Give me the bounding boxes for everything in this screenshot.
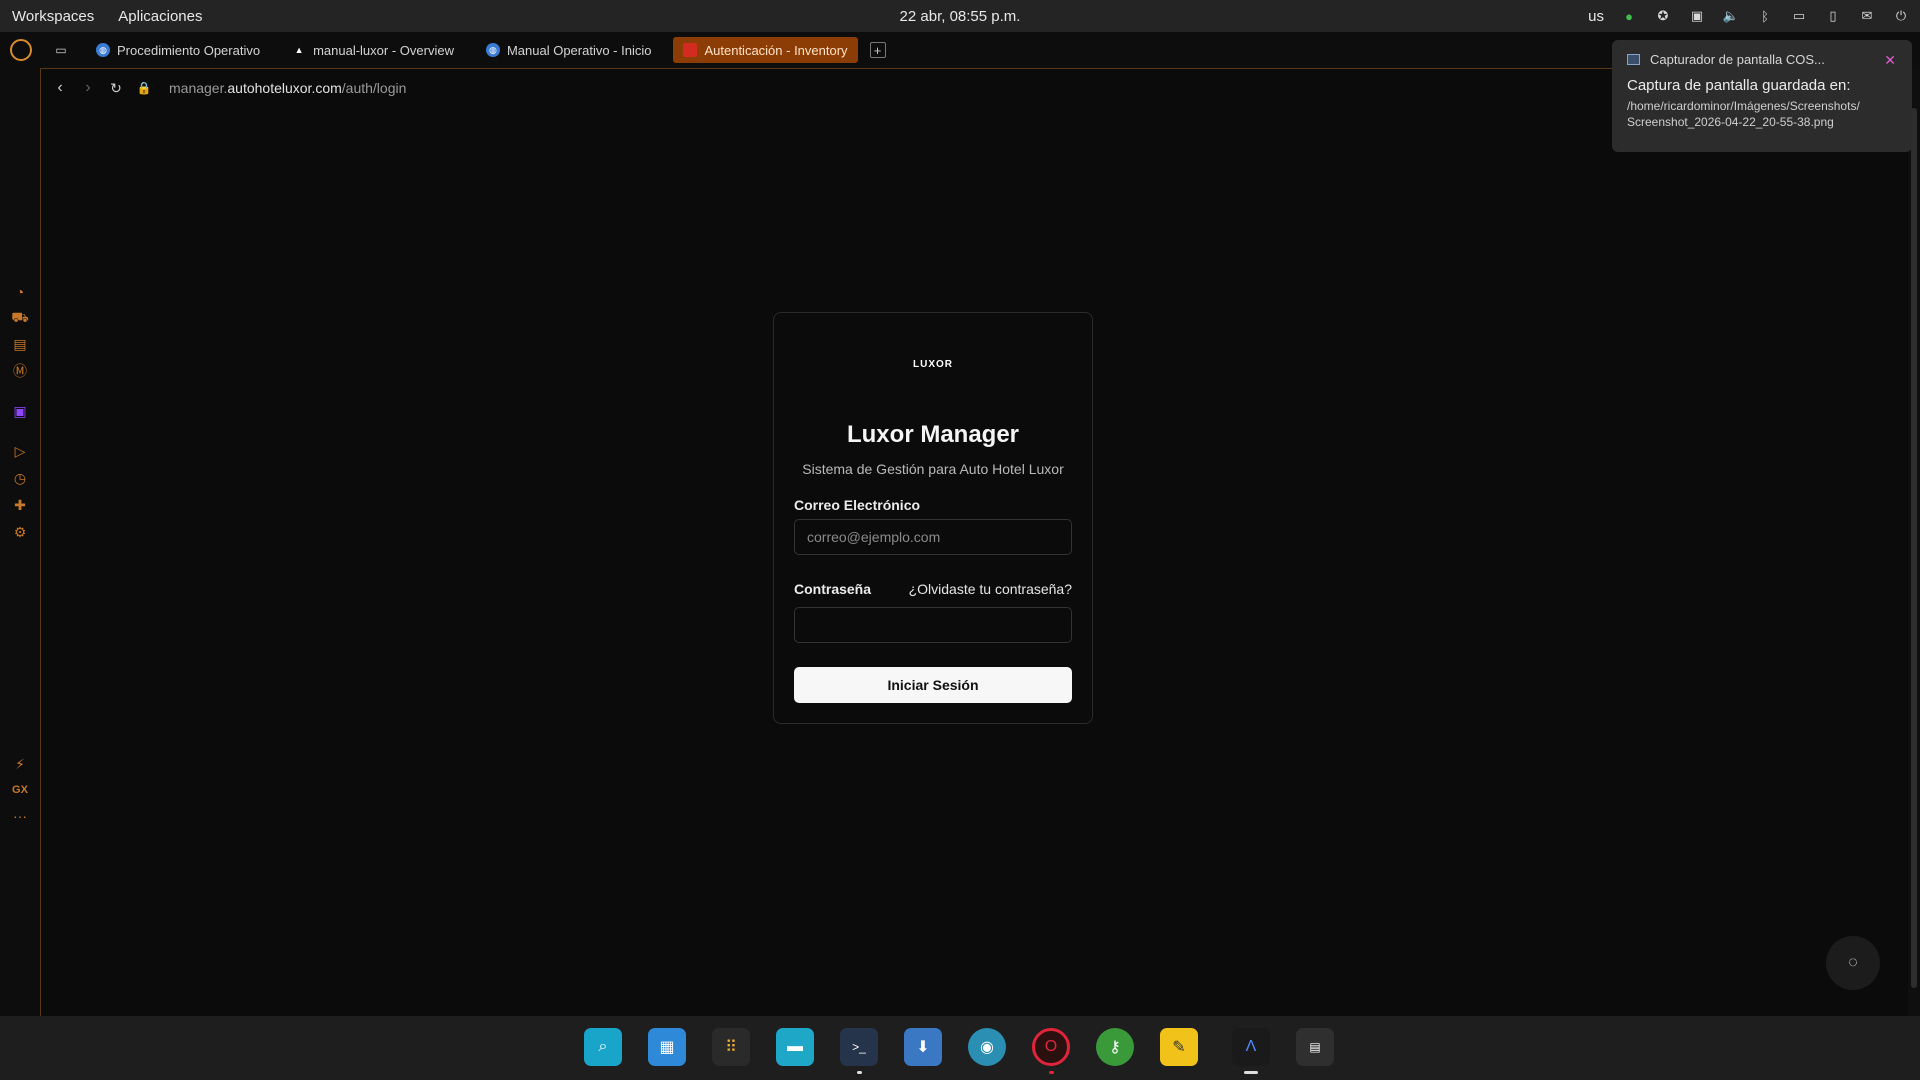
history-icon[interactable]: ◷ [10, 468, 30, 488]
inventory-favicon-icon [683, 43, 698, 57]
tab-islands-icon[interactable]: ▭ [50, 42, 72, 58]
wallpaper-icon[interactable]: ▤ [10, 334, 30, 354]
accessibility-icon[interactable]: ✪ [1654, 7, 1672, 25]
opera-logo-icon[interactable] [10, 39, 32, 61]
workspaces-icon[interactable]: ▦ [648, 1028, 686, 1066]
terminal-icon[interactable]: >_ [840, 1028, 878, 1066]
close-icon[interactable]: ✕ [1884, 52, 1896, 69]
tab-manual-operativo[interactable]: ◍ Manual Operativo - Inicio [476, 37, 662, 63]
gmail-icon[interactable]: Ⓜ [10, 361, 30, 381]
notification-app-name: Capturador de pantalla COS... [1650, 52, 1825, 67]
password-field[interactable] [794, 607, 1072, 643]
settings-icon[interactable]: ⚙ [10, 522, 30, 542]
opera-running-indicator [1049, 1071, 1054, 1074]
twitch-icon[interactable]: ▣ [10, 401, 30, 421]
globe-icon: ◍ [485, 43, 500, 57]
workspaces-menu[interactable]: Workspaces [12, 8, 94, 25]
notifications-icon[interactable]: ✉ [1858, 7, 1876, 25]
reload-icon[interactable]: ↻ [105, 77, 127, 99]
display-icon[interactable]: ▣ [1688, 7, 1706, 25]
chat-bubble-button[interactable]: ◌ [1826, 936, 1880, 990]
terminal-running-indicator [857, 1071, 862, 1074]
volume-icon[interactable]: 🔈 [1722, 7, 1740, 25]
globe-icon: ◍ [96, 43, 110, 57]
ide-icon[interactable]: Λ [1232, 1028, 1270, 1066]
back-icon[interactable]: ‹ [49, 77, 71, 99]
tab-procedimiento[interactable]: ◍ Procedimiento Operativo [86, 37, 270, 63]
luxor-logo: LUXOR [913, 359, 953, 370]
search-icon[interactable]: ⌕ [584, 1028, 622, 1066]
triangle-icon: ▲ [294, 45, 304, 55]
dock: ⌕ ▦ ⠿ ▬ >_ ⬇ ◉ O ⚷ ✎ Λ ▤ [0, 1016, 1920, 1080]
notification-message: Captura de pantalla guardada en: [1627, 77, 1851, 94]
tab-autenticacion[interactable]: Autenticación - Inventory [673, 37, 858, 63]
tab-manual-luxor[interactable]: ▲ manual-luxor - Overview [282, 37, 464, 63]
player-icon[interactable]: ▷ [10, 441, 30, 461]
browser-sidebar: ◔ ⛟ ▤ Ⓜ ▣ ▷ ◷ ✚ ⚙ ⚡ GX ··· [0, 68, 40, 1016]
keyboard-layout[interactable]: us [1588, 8, 1604, 25]
password-label: Contraseña [794, 581, 872, 597]
scrollbar-thumb[interactable] [1911, 108, 1917, 988]
opera-gx-icon[interactable]: O [1032, 1028, 1070, 1066]
app-grid-icon[interactable]: ⠿ [712, 1028, 750, 1066]
files-icon[interactable]: ▬ [776, 1028, 814, 1066]
system-top-bar: Workspaces Aplicaciones 22 abr, 08:55 p.… [0, 0, 1920, 32]
gx-control-icon[interactable]: ⚡ [10, 754, 30, 774]
page-subtitle: Sistema de Gestión para Auto Hotel Luxor [802, 461, 1064, 477]
toggle-icon[interactable]: ◉ [968, 1028, 1006, 1066]
screenshot-notification[interactable]: Capturador de pantalla COS... ✕ Captura … [1612, 40, 1912, 152]
lock-icon[interactable]: 🔒 [133, 77, 155, 99]
chat-icon[interactable]: ● [1620, 7, 1638, 25]
chat-icon: ◌ [1848, 954, 1858, 971]
clock[interactable]: 22 abr, 08:55 p.m. [900, 8, 1021, 25]
screenshot-app-icon [1627, 54, 1640, 65]
url-field[interactable]: manager.autohoteluxor.com/auth/login [169, 80, 406, 96]
notification-path-line1: /home/ricardominor/Imágenes/Screenshots/ [1627, 99, 1860, 113]
screenshot-icon[interactable]: ▭ [1790, 7, 1808, 25]
software-center-icon[interactable]: ⬇ [904, 1028, 942, 1066]
power-icon[interactable]: ⏻ [1892, 7, 1910, 25]
bluetooth-icon[interactable]: ᛒ [1756, 7, 1774, 25]
new-tab-button[interactable]: + [869, 42, 886, 58]
page-title: Luxor Manager [846, 421, 1020, 448]
email-field[interactable] [794, 519, 1072, 555]
ide-running-indicator [1244, 1071, 1258, 1074]
shopping-icon[interactable]: ⛟ [10, 308, 30, 328]
system-monitor-icon[interactable]: ▤ [1296, 1028, 1334, 1066]
notification-path-line2: Screenshot_2026-04-22_20-55-38.png [1627, 115, 1834, 129]
battery-icon[interactable]: ▯ [1824, 7, 1842, 25]
email-label: Correo Electrónico [794, 497, 921, 513]
login-card: LUXOR Luxor Manager Sistema de Gestión p… [773, 312, 1093, 724]
speed-dial-icon[interactable]: ◔ [10, 282, 30, 302]
applications-menu[interactable]: Aplicaciones [118, 8, 202, 25]
login-button[interactable]: Iniciar Sesión [794, 667, 1072, 703]
extensions-icon[interactable]: ✚ [10, 495, 30, 515]
keepassxc-icon[interactable]: ⚷ [1096, 1028, 1134, 1066]
more-options-icon[interactable]: ··· [10, 806, 30, 826]
scrollbar[interactable] [1908, 68, 1920, 1016]
forward-icon[interactable]: › [77, 77, 99, 99]
notes-icon[interactable]: ✎ [1160, 1028, 1198, 1066]
gx-label[interactable]: GX [10, 780, 30, 800]
forgot-password-link[interactable]: ¿Olvidaste tu contraseña? [909, 581, 1072, 597]
